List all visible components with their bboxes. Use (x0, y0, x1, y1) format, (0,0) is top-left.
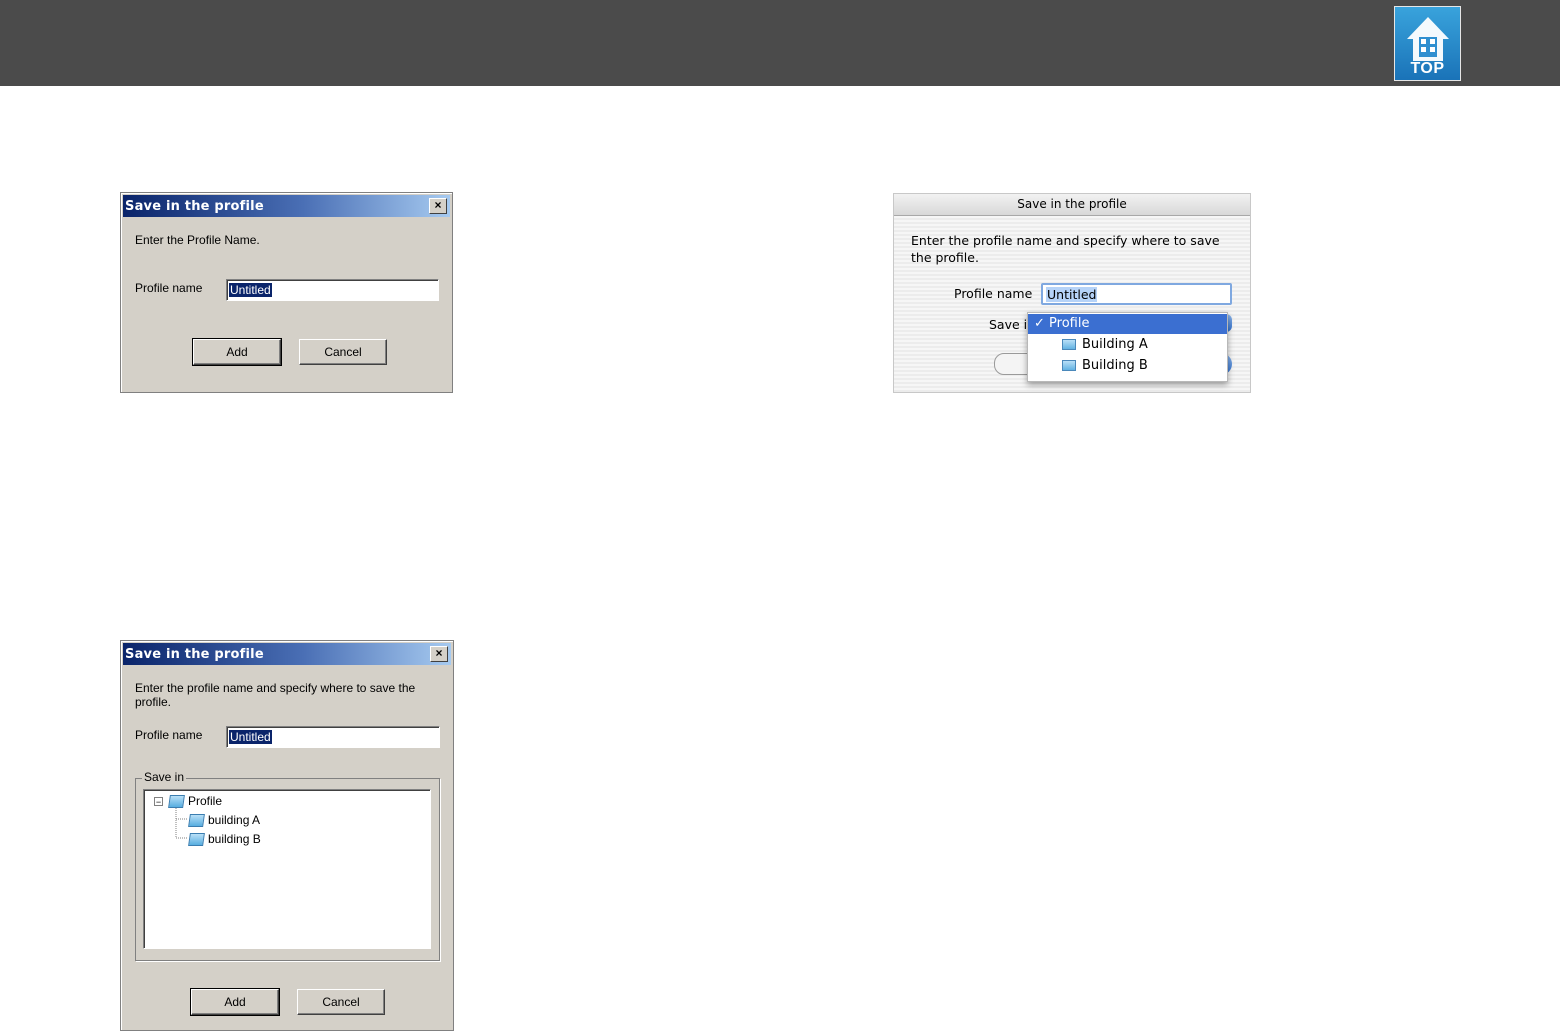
profile-name-input[interactable]: Untitled (226, 279, 439, 301)
dialog-message: Enter the Profile Name. (135, 233, 260, 247)
tree-node-profile[interactable]: Profile (168, 793, 222, 809)
profile-name-label: Profile name (135, 728, 203, 742)
tree-node-building-a[interactable]: building A (188, 812, 260, 828)
folder-icon (1062, 360, 1076, 371)
menu-item-building-b[interactable]: Building B (1028, 356, 1227, 376)
save-in-label: Save in (142, 770, 187, 784)
save-in-menu[interactable]: ✓ Profile Building A Building B (1027, 312, 1228, 382)
top-label: TOP (1410, 60, 1445, 77)
dialog-message-line2: the profile. (911, 250, 979, 265)
close-icon[interactable]: × (429, 198, 447, 214)
top-button[interactable]: TOP (1394, 6, 1461, 81)
add-button[interactable]: Add (192, 338, 282, 366)
profile-name-input[interactable]: Untitled (1041, 283, 1232, 305)
cancel-button[interactable]: Cancel (299, 339, 387, 365)
collapse-icon[interactable]: − (154, 797, 163, 807)
tree-node-building-b[interactable]: building B (188, 831, 261, 847)
menu-item-building-a[interactable]: Building A (1028, 335, 1227, 355)
folder-icon (1062, 339, 1076, 350)
dialog-message-line1: Enter the profile name and specify where… (911, 233, 1220, 248)
dialog-title-bar: Save in the profile × (123, 195, 450, 217)
add-button[interactable]: Add (190, 988, 280, 1016)
folder-icon (168, 795, 185, 809)
menu-item-profile[interactable]: ✓ Profile (1028, 314, 1227, 334)
profile-name-label: Profile name (135, 281, 203, 295)
header-bar: TOP (0, 0, 1560, 86)
save-profile-dialog-tree: Save in the profile × Enter the profile … (120, 640, 454, 1031)
mac-save-profile-dialog: Save in the profile Enter the profile na… (893, 193, 1251, 393)
save-in-label: Save in (989, 317, 1031, 332)
profile-name-value: Untitled (229, 730, 272, 744)
dialog-title: Save in the profile (125, 199, 264, 214)
profile-name-value: Untitled (229, 283, 272, 297)
dialog-title-bar: Save in the profile × (123, 643, 451, 665)
dialog-title: Save in the profile (125, 647, 264, 662)
save-in-tree[interactable]: − Profile building A building B (143, 789, 431, 949)
save-profile-dialog: Save in the profile × Enter the Profile … (120, 192, 453, 393)
folder-icon (188, 814, 205, 828)
close-icon[interactable]: × (430, 646, 448, 662)
cancel-button[interactable]: Cancel (297, 989, 385, 1015)
profile-name-label: Profile name (954, 286, 1033, 301)
dialog-message: Enter the profile name and specify where… (135, 681, 416, 709)
profile-name-input[interactable]: Untitled (226, 726, 440, 748)
dialog-title: Save in the profile (894, 194, 1250, 216)
profile-name-value: Untitled (1046, 287, 1098, 302)
folder-icon (188, 833, 205, 847)
